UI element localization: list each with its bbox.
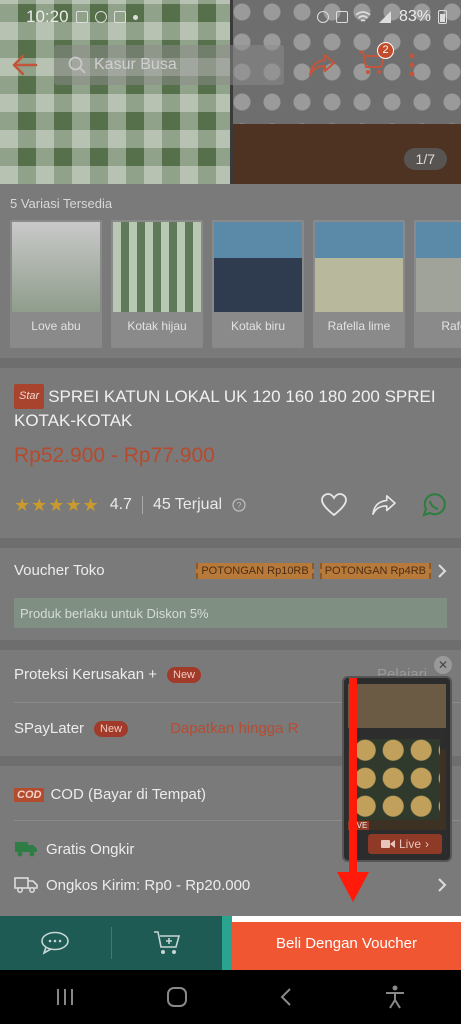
share-product-icon[interactable] <box>371 494 397 516</box>
spaylater-promo: Dapatkan hingga R <box>170 720 299 737</box>
svg-text:?: ? <box>237 501 242 511</box>
variant-kotak-hijau[interactable]: Kotak hijau <box>111 220 203 348</box>
product-title: SPREI KATUN LOKAL UK 120 160 180 200 SPR… <box>14 387 436 430</box>
video-camera-icon <box>380 840 395 848</box>
top-navigation: Kasur Busa 2 <box>0 34 461 96</box>
back-arrow-icon <box>12 54 38 76</box>
section-divider <box>0 538 461 548</box>
free-shipping-truck-icon <box>15 842 37 857</box>
sold-count: 45 Terjual <box>152 496 223 513</box>
close-live-icon[interactable]: ✕ <box>434 656 452 674</box>
notification-icon <box>75 11 88 23</box>
signal-icon <box>378 11 391 23</box>
spaylater-label: SPayLater <box>14 720 85 737</box>
app-notification-icon <box>113 11 126 23</box>
rating-stars-icon: ★★★★★ <box>14 494 100 515</box>
chat-icon <box>41 931 70 955</box>
voucher-label: Voucher Toko <box>14 562 105 579</box>
more-notifications-dot <box>132 14 138 20</box>
add-to-cart-icon <box>153 931 180 954</box>
back-nav-icon[interactable] <box>279 987 293 1007</box>
new-badge: New <box>167 666 202 683</box>
variant-love-abu[interactable]: Love abu <box>10 220 102 348</box>
wifi-icon <box>355 11 371 22</box>
system-navigation-bar <box>0 970 461 1024</box>
voucher-row[interactable]: Voucher Toko POTONGAN Rp10RB POTONGAN Rp… <box>14 562 447 579</box>
buy-with-voucher-button[interactable]: Beli Dengan Voucher <box>222 916 461 970</box>
star-seller-badge: Star <box>14 384 45 409</box>
help-icon[interactable]: ? <box>232 498 246 512</box>
variant-rafella-lime[interactable]: Rafella lime <box>313 220 405 348</box>
shipping-cost-label: Ongkos Kirim: Rp0 - Rp20.000 <box>46 876 251 894</box>
whatsapp-icon[interactable] <box>421 492 447 518</box>
mute-icon <box>335 11 348 23</box>
cod-label: COD (Bayar di Tempat) <box>50 786 207 803</box>
product-title-block: Star SPREI KATUN LOKAL UK 120 160 180 200… <box>14 384 447 432</box>
chevron-right-icon: › <box>425 837 429 851</box>
section-divider <box>0 640 461 650</box>
bottom-left-actions <box>0 916 222 970</box>
truck-icon <box>14 877 38 893</box>
back-button[interactable] <box>10 45 50 85</box>
home-icon[interactable] <box>166 986 188 1008</box>
status-bar: 10:20 83% <box>0 0 461 34</box>
rating-value: 4.7 <box>109 496 132 513</box>
variant-label: Rafella <box>441 319 461 333</box>
new-badge: New <box>94 720 129 737</box>
more-menu-icon[interactable] <box>408 52 416 78</box>
voucher-tag: POTONGAN Rp4RB <box>319 562 431 579</box>
variant-label: Love abu <box>31 319 81 333</box>
accessibility-icon[interactable] <box>384 985 406 1009</box>
cod-icon: COD <box>14 787 45 802</box>
protection-label: Proteksi Kerusakan + <box>14 666 157 683</box>
status-time: 10:20 <box>26 7 69 26</box>
recent-apps-icon[interactable] <box>55 988 75 1006</box>
variant-label: Kotak hijau <box>127 319 187 333</box>
free-shipping-label: Gratis Ongkir <box>46 840 135 858</box>
search-placeholder: Kasur Busa <box>94 56 177 73</box>
variations-list: Love abu Kotak hijau Kotak biru Rafella … <box>10 220 461 348</box>
favorite-heart-icon[interactable] <box>321 493 347 517</box>
rating-row: ★★★★★ 4.7 45 Terjual ? <box>14 492 447 518</box>
voucher-tag: POTONGAN Rp10RB <box>196 562 314 579</box>
chevron-right-icon <box>438 878 447 892</box>
variant-label: Rafella lime <box>327 319 391 333</box>
section-divider <box>0 358 461 368</box>
search-icon <box>68 56 86 74</box>
live-label: Live <box>398 837 421 851</box>
minus-circle-icon <box>94 11 107 23</box>
variant-label: Kotak biru <box>230 319 286 333</box>
variant-rafella[interactable]: Rafella <box>414 220 461 348</box>
bottom-action-bar: Beli Dengan Voucher <box>0 916 461 970</box>
image-counter: 1/7 <box>403 148 447 170</box>
add-to-cart-button[interactable] <box>112 916 223 970</box>
cart-button[interactable]: 2 <box>358 41 394 81</box>
chevron-right-icon <box>438 563 447 578</box>
red-arrow-annotation <box>337 678 369 902</box>
battery-icon <box>438 10 447 24</box>
alarm-icon <box>316 11 329 23</box>
battery-percent: 83% <box>398 8 431 25</box>
cart-count-badge: 2 <box>377 41 394 59</box>
variant-kotak-biru[interactable]: Kotak biru <box>212 220 304 348</box>
share-icon[interactable] <box>308 53 336 77</box>
discount-note: Produk berlaku untuk Diskon 5% <box>14 598 447 628</box>
variations-title: 5 Variasi Tersedia <box>10 196 113 211</box>
search-input[interactable]: Kasur Busa <box>54 45 284 85</box>
product-price: Rp52.900 - Rp77.900 <box>14 444 215 467</box>
chat-button[interactable] <box>0 916 111 970</box>
shipping-cost-row[interactable]: Ongkos Kirim: Rp0 - Rp20.000 <box>14 876 447 894</box>
live-button[interactable]: Live › <box>368 834 442 854</box>
rating-separator <box>141 496 143 514</box>
